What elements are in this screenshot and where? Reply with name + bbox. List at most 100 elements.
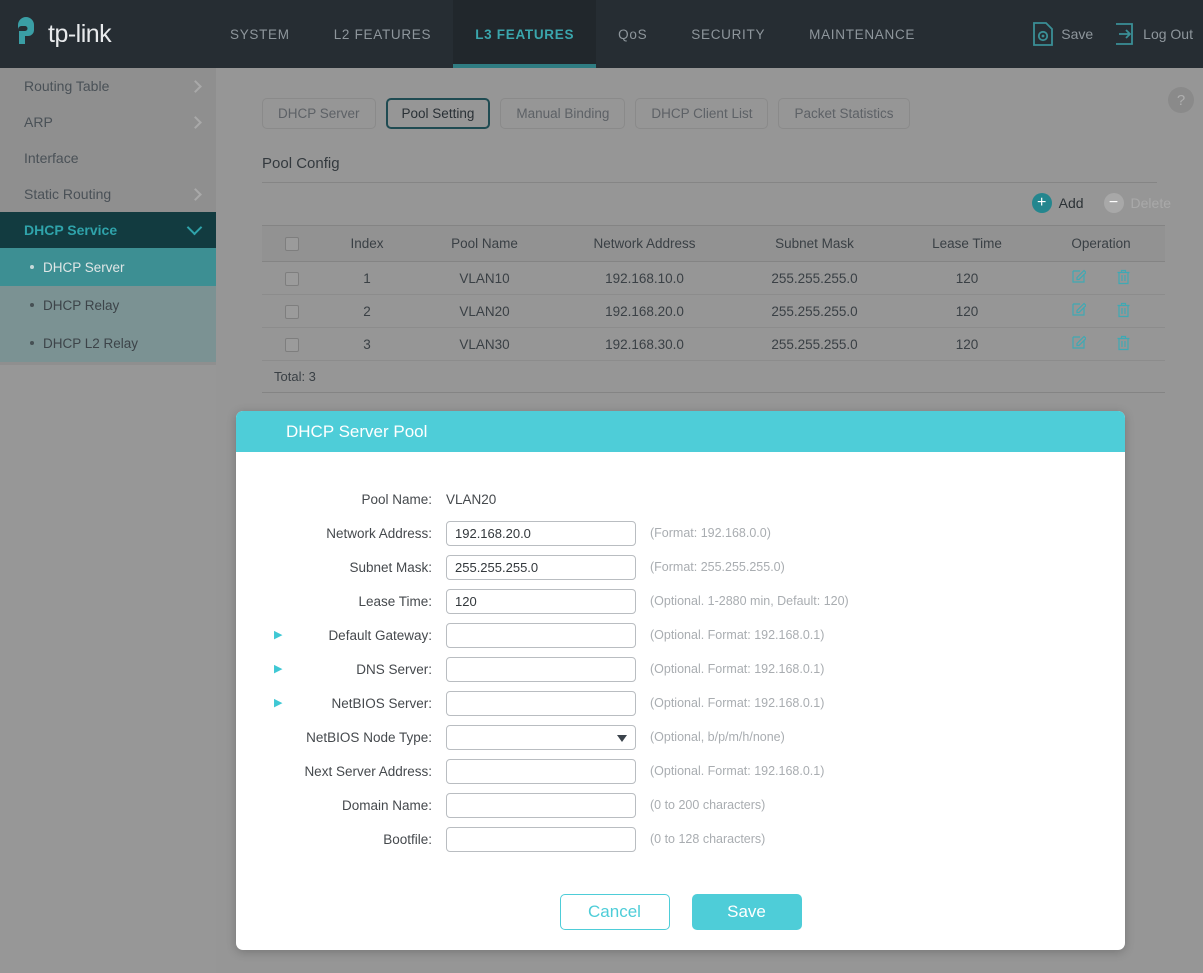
sidebar-item-routing-table[interactable]: Routing Table xyxy=(0,68,216,104)
tab-bar: DHCP Server Pool Setting Manual Binding … xyxy=(216,68,1203,129)
tab-manual-binding[interactable]: Manual Binding xyxy=(500,98,626,129)
column-subnet-mask: Subnet Mask xyxy=(732,225,897,262)
caret-placeholder: ▶ xyxy=(274,766,286,777)
tab-dhcp-server[interactable]: DHCP Server xyxy=(262,98,376,129)
nav-item-security[interactable]: SECURITY xyxy=(669,0,787,68)
cell-network-address: 192.168.20.0 xyxy=(557,294,732,328)
nav-item-qos[interactable]: QoS xyxy=(596,0,669,68)
sidebar-item-interface[interactable]: Interface xyxy=(0,140,216,176)
cell-subnet-mask: 255.255.255.0 xyxy=(732,261,897,295)
cell-operation xyxy=(1037,294,1165,328)
subnet-mask-input[interactable] xyxy=(446,554,636,580)
sidebar-item-arp[interactable]: ARP xyxy=(0,104,216,140)
logout-arrow-icon xyxy=(1113,21,1137,47)
row-checkbox-cell xyxy=(262,327,322,361)
cell-operation xyxy=(1037,327,1165,361)
save-config-button[interactable]: Save xyxy=(1021,21,1103,47)
row-checkbox[interactable] xyxy=(285,337,299,352)
column-select-all xyxy=(262,225,322,262)
plus-circle-icon: + xyxy=(1031,193,1052,213)
sidebar-item-label: ARP xyxy=(24,114,53,130)
field-hint: (Format: 192.168.0.0) xyxy=(650,526,771,540)
expand-caret-icon[interactable]: ▶ xyxy=(274,663,286,675)
next-server-address-input[interactable] xyxy=(446,758,636,784)
chevron-right-icon xyxy=(189,115,202,129)
table-row[interactable]: 1 VLAN10 192.168.10.0 255.255.255.0 120 xyxy=(262,261,1165,295)
field-netbios-server: ▶ NetBIOS Server: (Optional. Format: 192… xyxy=(236,686,1125,720)
column-index: Index xyxy=(322,225,412,262)
field-hint: (0 to 128 characters) xyxy=(650,832,766,846)
chevron-down-icon xyxy=(186,219,203,236)
logout-label: Log Out xyxy=(1143,26,1193,42)
edit-pencil-icon[interactable] xyxy=(1071,335,1087,353)
edit-pencil-icon[interactable] xyxy=(1071,302,1087,320)
field-pool-name: ▶ Pool Name: VLAN20 xyxy=(236,482,1125,516)
table-row[interactable]: 3 VLAN30 192.168.30.0 255.255.255.0 120 xyxy=(262,327,1165,361)
tab-packet-statistics[interactable]: Packet Statistics xyxy=(778,98,910,129)
sidebar-item-static-routing[interactable]: Static Routing xyxy=(0,176,216,212)
default-gateway-input[interactable] xyxy=(446,622,636,648)
sidebar-item-dhcp-l2-relay[interactable]: DHCP L2 Relay xyxy=(0,324,216,362)
cell-subnet-mask: 255.255.255.0 xyxy=(732,294,897,328)
save-button[interactable]: Save xyxy=(691,894,802,930)
nav-item-l2-features[interactable]: L2 FEATURES xyxy=(312,0,453,68)
field-label: Default Gateway: xyxy=(328,627,432,643)
domain-name-input[interactable] xyxy=(446,792,636,818)
sidebar-item-dhcp-relay[interactable]: DHCP Relay xyxy=(0,286,216,324)
network-address-input[interactable] xyxy=(446,520,636,546)
caret-placeholder: ▶ xyxy=(274,596,286,607)
expand-caret-icon[interactable]: ▶ xyxy=(274,697,286,709)
field-label: NetBIOS Node Type: xyxy=(306,729,432,745)
field-subnet-mask: ▶ Subnet Mask: (Format: 255.255.255.0) xyxy=(236,550,1125,584)
netbios-node-type-select[interactable] xyxy=(446,724,636,750)
nav-item-l3-features[interactable]: L3 FEATURES xyxy=(453,0,597,68)
row-checkbox-cell xyxy=(262,261,322,295)
field-label: Pool Name: xyxy=(361,491,432,507)
field-hint: (Optional. Format: 192.168.0.1) xyxy=(650,696,825,710)
cell-network-address: 192.168.30.0 xyxy=(557,327,732,361)
field-hint: (Optional. Format: 192.168.0.1) xyxy=(650,662,825,676)
add-button[interactable]: + Add xyxy=(1031,193,1084,213)
dialog-footer: Cancel Save xyxy=(236,894,1125,930)
bullet-icon xyxy=(30,265,34,269)
brand-logo[interactable]: tp-link xyxy=(8,0,208,68)
tab-dhcp-client-list[interactable]: DHCP Client List xyxy=(635,98,769,129)
expand-caret-icon[interactable]: ▶ xyxy=(274,629,286,641)
help-question-icon[interactable]: ? xyxy=(1168,87,1194,113)
field-label: Bootfile: xyxy=(383,831,432,847)
edit-pencil-icon[interactable] xyxy=(1071,269,1087,287)
field-hint: (Optional. Format: 192.168.0.1) xyxy=(650,764,825,778)
sidebar-item-dhcp-server[interactable]: DHCP Server xyxy=(0,248,216,286)
delete-label: Delete xyxy=(1130,195,1171,211)
minus-circle-icon: − xyxy=(1103,193,1124,213)
field-dns-server: ▶ DNS Server: (Optional. Format: 192.168… xyxy=(236,652,1125,686)
trash-bin-icon[interactable] xyxy=(1116,269,1131,288)
row-checkbox[interactable] xyxy=(285,271,299,286)
field-label: Domain Name: xyxy=(341,797,432,813)
sidebar-item-dhcp-service[interactable]: DHCP Service xyxy=(0,212,216,248)
trash-bin-icon[interactable] xyxy=(1116,335,1131,354)
add-label: Add xyxy=(1058,195,1084,211)
logout-button[interactable]: Log Out xyxy=(1103,21,1203,47)
field-hint: (Optional. 1-2880 min, Default: 120) xyxy=(650,594,849,608)
tab-pool-setting[interactable]: Pool Setting xyxy=(385,98,491,129)
delete-button[interactable]: − Delete xyxy=(1103,193,1171,213)
cell-lease-time: 120 xyxy=(897,261,1037,295)
field-lease-time: ▶ Lease Time: (Optional. 1-2880 min, Def… xyxy=(236,584,1125,618)
row-checkbox[interactable] xyxy=(285,304,299,319)
cell-pool-name: VLAN20 xyxy=(412,294,557,328)
cancel-button[interactable]: Cancel xyxy=(559,894,670,930)
table-row[interactable]: 2 VLAN20 192.168.20.0 255.255.255.0 120 xyxy=(262,294,1165,328)
nav-item-system[interactable]: SYSTEM xyxy=(208,0,312,68)
lease-time-input[interactable] xyxy=(446,588,636,614)
bootfile-input[interactable] xyxy=(446,826,636,852)
field-hint: (Format: 255.255.255.0) xyxy=(650,560,785,574)
dialog-body: ▶ Pool Name: VLAN20 ▶ Network Address: (… xyxy=(236,452,1125,930)
brand-name: tp-link xyxy=(48,19,112,48)
select-all-checkbox[interactable] xyxy=(285,237,299,252)
caret-placeholder: ▶ xyxy=(274,494,286,505)
trash-bin-icon[interactable] xyxy=(1116,302,1131,321)
netbios-server-input[interactable] xyxy=(446,690,636,716)
nav-item-maintenance[interactable]: MAINTENANCE xyxy=(787,0,937,68)
dns-server-input[interactable] xyxy=(446,656,636,682)
